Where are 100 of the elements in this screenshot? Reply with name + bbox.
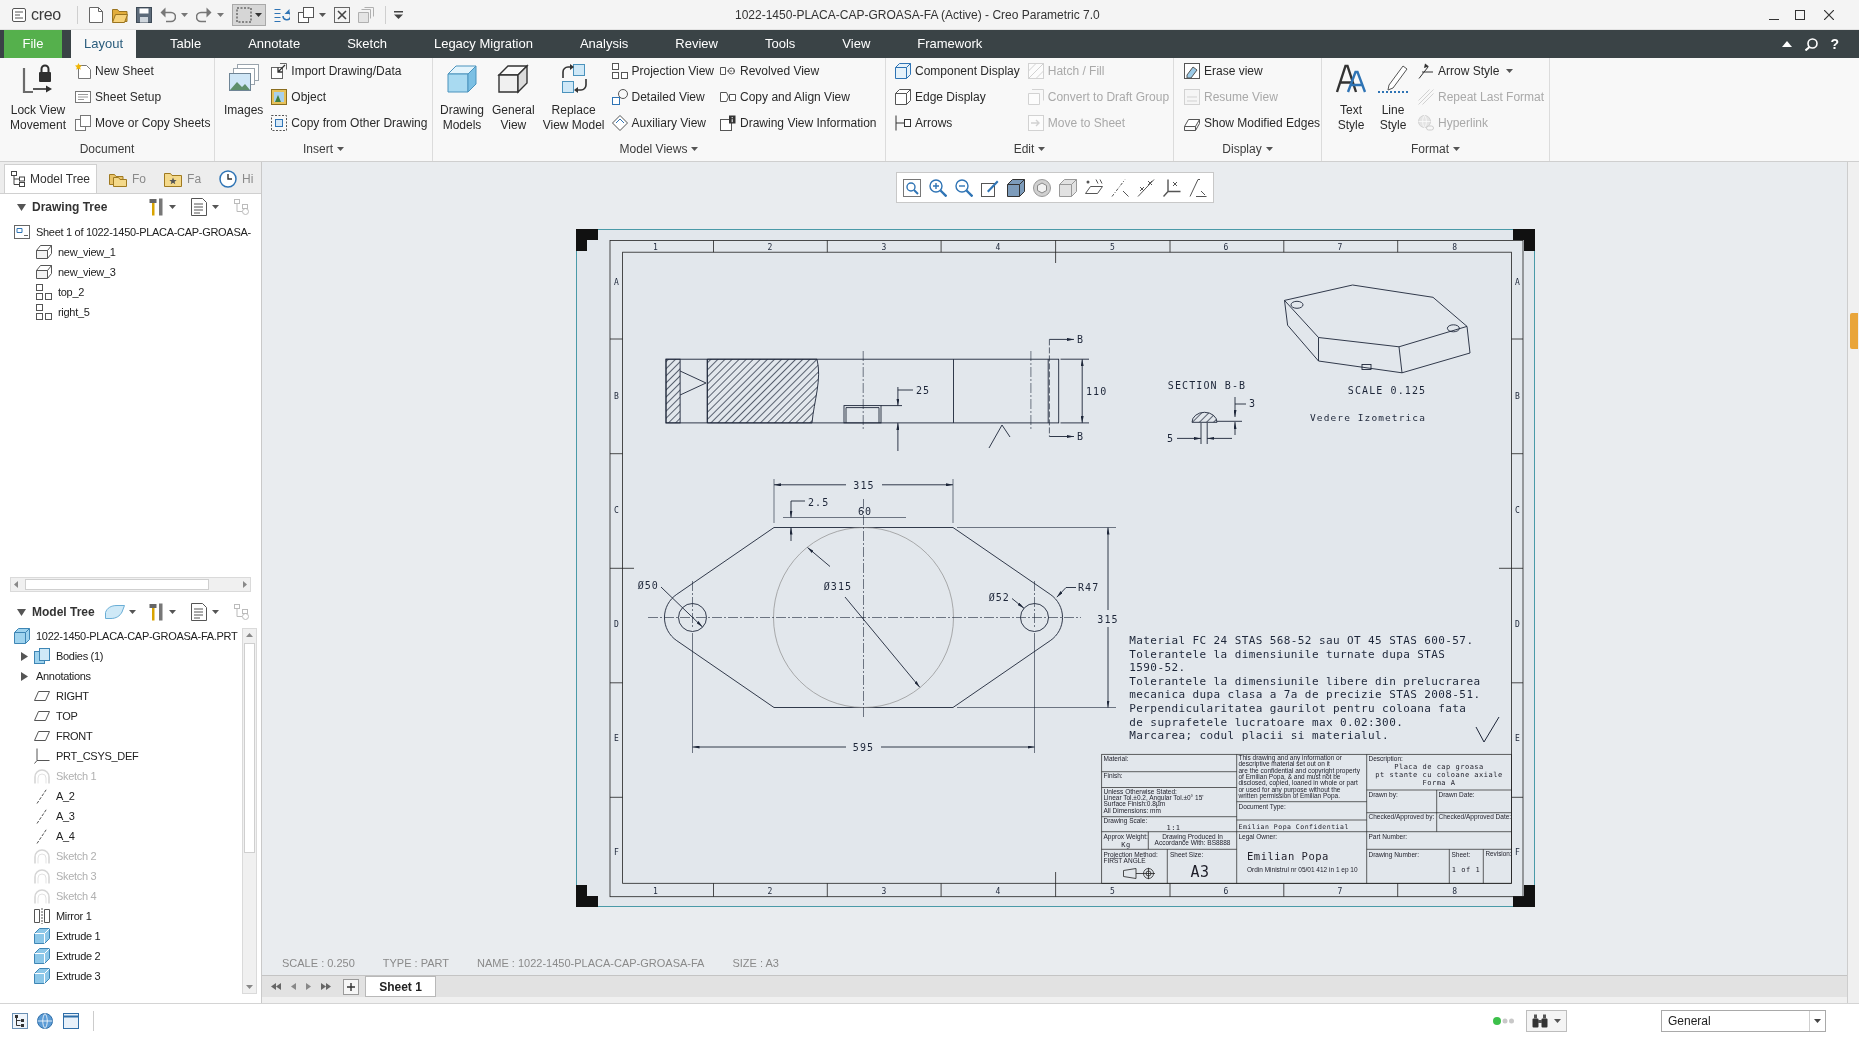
expand-arrow-icon[interactable] (17, 608, 26, 616)
expand-arrow-icon[interactable] (20, 651, 28, 661)
ribbon-button[interactable]: Component Display (894, 58, 1021, 84)
tree-item[interactable]: Extrude 3 (56, 967, 101, 985)
tree-item[interactable]: Extrude 1 (56, 927, 101, 945)
ribbon-button[interactable]: Detailed View (610, 84, 706, 110)
scroll-thumb[interactable] (244, 643, 255, 853)
ribbon-button[interactable]: Object (270, 84, 328, 110)
caret-icon[interactable] (1038, 147, 1046, 151)
list-icon[interactable] (191, 603, 207, 621)
box-select-button[interactable] (231, 3, 266, 26)
ribbon-tab[interactable]: Framework (904, 30, 996, 58)
tools-icon[interactable] (149, 198, 163, 216)
ribbon-button[interactable]: Images (222, 58, 266, 118)
ribbon-button[interactable]: Replace View Model (540, 58, 607, 133)
ribbon-button[interactable]: Edge Display (894, 84, 987, 110)
scroll-down-icon[interactable] (246, 985, 253, 989)
scroll-right-icon[interactable] (243, 581, 247, 588)
ribbon-button[interactable]: Lock View Movement (8, 58, 69, 133)
csys-display-icon[interactable] (1163, 178, 1181, 197)
caret-icon[interactable] (691, 147, 699, 151)
sheet-tab[interactable]: Sheet 1 (365, 976, 436, 997)
ribbon-tab[interactable]: Legacy Migration (420, 30, 546, 58)
ribbon-group-label[interactable]: Format (1411, 140, 1449, 158)
ribbon-button[interactable]: Sheet Setup (74, 84, 163, 110)
ribbon-tab[interactable]: Tools (751, 30, 809, 58)
ribbon-button[interactable]: Text Style (1333, 58, 1369, 133)
tree-item[interactable]: new_view_3 (58, 263, 116, 281)
tree-section-title[interactable]: Model Tree (32, 603, 95, 621)
view-sphere-icon[interactable] (1033, 178, 1051, 197)
redo-icon[interactable] (195, 6, 212, 23)
plane-display-icon[interactable] (1085, 178, 1103, 197)
save-icon[interactable] (135, 6, 152, 23)
tree-item[interactable]: Extrude 2 (56, 947, 101, 965)
close-window-icon[interactable] (333, 6, 350, 23)
tree-item[interactable]: Mirror 1 (56, 907, 92, 925)
collapse-ribbon-icon[interactable] (1782, 41, 1793, 47)
caret-icon[interactable] (169, 205, 176, 209)
regenerate-icon[interactable] (273, 6, 290, 23)
ribbon-button[interactable]: Copy and Align View (719, 84, 851, 110)
tree-item[interactable]: right_5 (58, 303, 90, 321)
tree-item[interactable]: FRONT (56, 727, 93, 745)
tree-item[interactable]: TOP (56, 707, 78, 725)
ribbon-button[interactable]: Revolved View (719, 58, 821, 84)
view-cube-icon[interactable] (1059, 178, 1077, 197)
ribbon-button[interactable]: Copy from Other Drawing (270, 110, 429, 136)
ribbon-group-label[interactable]: Display (1222, 140, 1262, 158)
list-icon[interactable] (191, 198, 207, 216)
add-sheet-button[interactable] (343, 978, 359, 995)
ribbon-button[interactable]: Line Style (1375, 58, 1411, 133)
tree-item[interactable]: Bodies (1) (56, 647, 104, 665)
ribbon-button[interactable]: Move or Copy Sheets (74, 110, 212, 136)
ribbon-button[interactable]: Arrows (894, 110, 954, 136)
expand-arrow-icon[interactable] (17, 203, 26, 211)
tree-item[interactable]: A_2 (56, 787, 75, 805)
ribbon-tab[interactable]: Annotate (235, 30, 314, 58)
ribbon-tab[interactable]: View (829, 30, 884, 58)
zoom-out-icon[interactable] (955, 178, 973, 197)
ribbon-button[interactable]: Import Drawing/Data (270, 58, 403, 84)
windows-icon[interactable] (297, 6, 314, 23)
tree-item[interactable]: new_view_1 (58, 243, 116, 261)
panel-tab[interactable]: Model Tree (4, 164, 98, 193)
tree-item[interactable]: top_2 (58, 283, 85, 301)
ribbon-tab[interactable]: Table (157, 30, 215, 58)
tools-icon[interactable] (149, 603, 163, 621)
globe-icon[interactable] (37, 1012, 53, 1029)
caret-icon[interactable] (216, 12, 224, 17)
annotation-display-icon[interactable] (1189, 178, 1207, 197)
caret-icon[interactable] (318, 12, 326, 17)
last-sheet-icon[interactable] (321, 983, 331, 990)
ribbon-group-label[interactable]: Edit (1013, 140, 1035, 158)
close-icon[interactable] (1824, 9, 1834, 20)
ribbon-button[interactable]: New Sheet (74, 58, 155, 84)
caret-icon[interactable] (212, 205, 219, 209)
caret-icon[interactable] (337, 147, 344, 151)
caret-icon[interactable] (129, 610, 136, 614)
tree-section-title[interactable]: Drawing Tree (32, 198, 108, 216)
caret-icon[interactable] (1265, 147, 1273, 151)
expand-arrow-icon[interactable] (20, 671, 28, 681)
open-folder-icon[interactable] (111, 6, 128, 23)
ribbon-button[interactable]: Arrow Style (1417, 58, 1515, 84)
find-button[interactable] (1526, 1009, 1567, 1032)
ribbon-tab[interactable]: Layout (71, 30, 137, 58)
scroll-up-icon[interactable] (246, 633, 253, 637)
caret-icon[interactable] (180, 12, 188, 17)
scroll-thumb[interactable] (25, 579, 209, 590)
search-icon[interactable] (1805, 37, 1819, 51)
customize-icon[interactable] (393, 10, 403, 19)
ribbon-tab[interactable]: Analysis (566, 30, 642, 58)
ribbon-button[interactable]: Auxiliary View (610, 110, 707, 136)
tree-item[interactable]: A_3 (56, 807, 75, 825)
maximize-icon[interactable] (1795, 9, 1805, 20)
caret-icon[interactable] (1453, 147, 1460, 151)
tree-item[interactable]: Sheet 1 of 1022-1450-PLACA-CAP-GROASA- (36, 223, 251, 241)
tree-item[interactable]: RIGHT (56, 687, 89, 705)
caret-icon[interactable] (212, 610, 219, 614)
ribbon-button[interactable]: Projection View (610, 58, 716, 84)
ribbon-button[interactable]: Erase view (1183, 58, 1264, 84)
zoom-in-icon[interactable] (929, 178, 947, 197)
ribbon-tab[interactable]: Sketch (334, 30, 400, 58)
